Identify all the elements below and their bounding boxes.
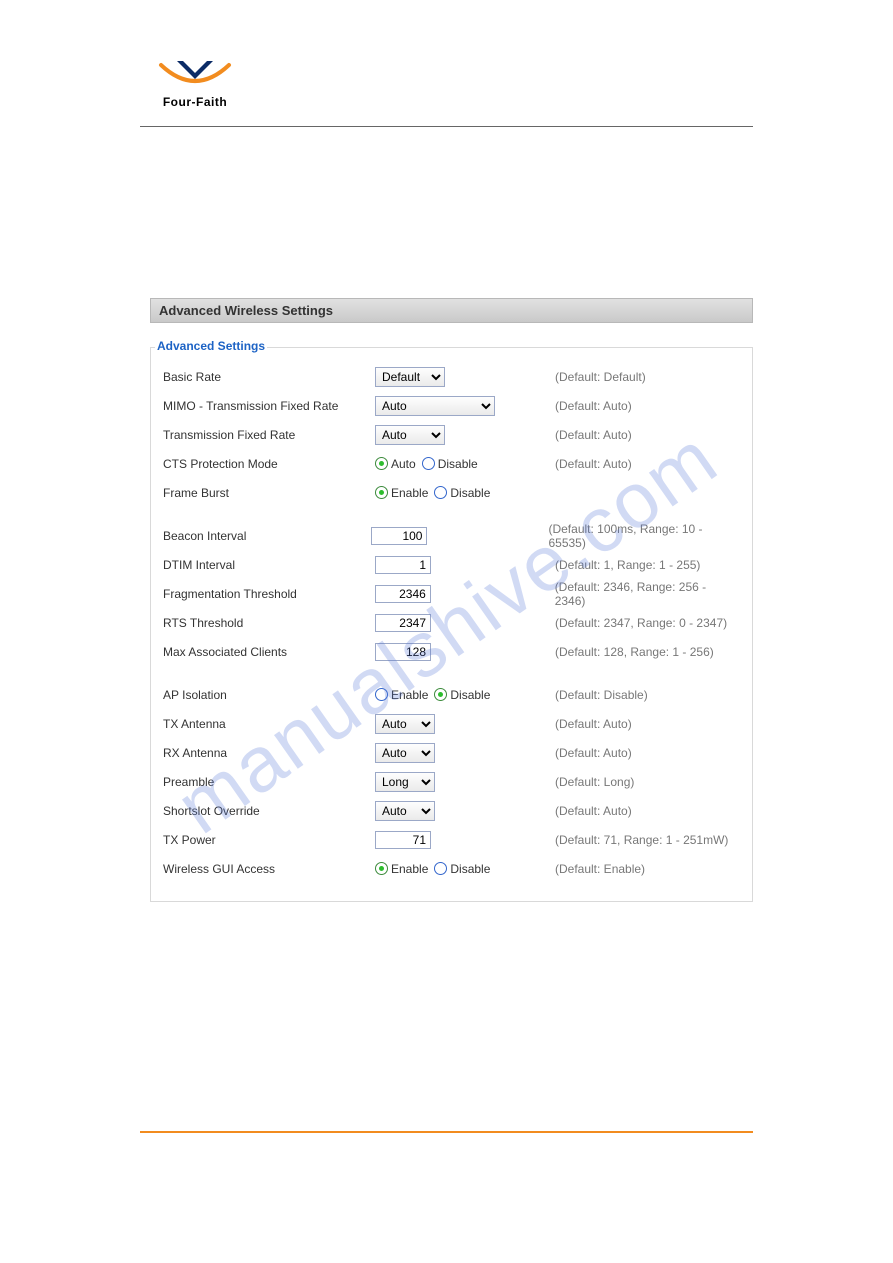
label-beacon-interval: Beacon Interval bbox=[163, 529, 371, 543]
hint-rts-threshold: (Default: 2347, Range: 0 - 2347) bbox=[555, 616, 727, 630]
radio-label-disable: Disable bbox=[450, 486, 490, 500]
row-dtim-interval: DTIM Interval (Default: 1, Range: 1 - 25… bbox=[163, 550, 740, 579]
input-beacon-interval[interactable] bbox=[371, 527, 427, 545]
label-rts-threshold: RTS Threshold bbox=[163, 616, 375, 630]
radio-label-enable: Enable bbox=[391, 862, 428, 876]
radio-gui-access-disable[interactable] bbox=[434, 862, 447, 875]
brand-name: Four-Faith bbox=[163, 95, 227, 109]
row-beacon-interval: Beacon Interval (Default: 100ms, Range: … bbox=[163, 521, 740, 550]
hint-basic-rate: (Default: Default) bbox=[555, 370, 646, 384]
input-rts-threshold[interactable] bbox=[375, 614, 431, 632]
hint-beacon-interval: (Default: 100ms, Range: 10 - 65535) bbox=[548, 522, 740, 550]
label-shortslot: Shortslot Override bbox=[163, 804, 375, 818]
row-ap-isolation: AP Isolation Enable Disable (Default: Di… bbox=[163, 680, 740, 709]
radio-cts-disable[interactable] bbox=[422, 457, 435, 470]
select-mimo-rate[interactable]: Auto bbox=[375, 396, 495, 416]
input-fragmentation[interactable] bbox=[375, 585, 431, 603]
hint-dtim-interval: (Default: 1, Range: 1 - 255) bbox=[555, 558, 700, 572]
four-faith-logo-icon bbox=[155, 55, 235, 97]
radio-cts-auto[interactable] bbox=[375, 457, 388, 470]
select-tx-antenna[interactable]: Auto bbox=[375, 714, 435, 734]
input-tx-power[interactable] bbox=[375, 831, 431, 849]
radio-gui-access-enable[interactable] bbox=[375, 862, 388, 875]
row-shortslot: Shortslot Override Auto (Default: Auto) bbox=[163, 796, 740, 825]
label-frame-burst: Frame Burst bbox=[163, 486, 375, 500]
radio-frame-burst-disable[interactable] bbox=[434, 486, 447, 499]
hint-max-clients: (Default: 128, Range: 1 - 256) bbox=[555, 645, 714, 659]
hint-tx-fixed-rate: (Default: Auto) bbox=[555, 428, 632, 442]
hint-tx-power: (Default: 71, Range: 1 - 251mW) bbox=[555, 833, 728, 847]
radio-label-disable: Disable bbox=[450, 688, 490, 702]
hint-shortslot: (Default: Auto) bbox=[555, 804, 632, 818]
header-divider bbox=[140, 126, 753, 127]
radio-ap-isolation-enable[interactable] bbox=[375, 688, 388, 701]
input-max-clients[interactable] bbox=[375, 643, 431, 661]
select-preamble[interactable]: Long bbox=[375, 772, 435, 792]
hint-cts-mode: (Default: Auto) bbox=[555, 457, 632, 471]
label-gui-access: Wireless GUI Access bbox=[163, 862, 375, 876]
radio-ap-isolation-disable[interactable] bbox=[434, 688, 447, 701]
advanced-settings-fieldset: Advanced Settings Basic Rate Default (De… bbox=[150, 347, 753, 902]
label-fragmentation: Fragmentation Threshold bbox=[163, 587, 375, 601]
footer-divider bbox=[140, 1131, 753, 1133]
hint-tx-antenna: (Default: Auto) bbox=[555, 717, 632, 731]
select-basic-rate[interactable]: Default bbox=[375, 367, 445, 387]
row-tx-antenna: TX Antenna Auto (Default: Auto) bbox=[163, 709, 740, 738]
label-mimo-rate: MIMO - Transmission Fixed Rate bbox=[163, 399, 375, 413]
select-tx-fixed-rate[interactable]: Auto bbox=[375, 425, 445, 445]
input-dtim-interval[interactable] bbox=[375, 556, 431, 574]
row-rts-threshold: RTS Threshold (Default: 2347, Range: 0 -… bbox=[163, 608, 740, 637]
row-rx-antenna: RX Antenna Auto (Default: Auto) bbox=[163, 738, 740, 767]
settings-panel: Advanced Wireless Settings Advanced Sett… bbox=[150, 298, 753, 902]
hint-fragmentation: (Default: 2346, Range: 256 - 2346) bbox=[555, 580, 740, 608]
radio-label-disable: Disable bbox=[438, 457, 478, 471]
hint-preamble: (Default: Long) bbox=[555, 775, 634, 789]
label-rx-antenna: RX Antenna bbox=[163, 746, 375, 760]
row-frame-burst: Frame Burst Enable Disable bbox=[163, 478, 740, 507]
select-shortslot[interactable]: Auto bbox=[375, 801, 435, 821]
label-dtim-interval: DTIM Interval bbox=[163, 558, 375, 572]
hint-ap-isolation: (Default: Disable) bbox=[555, 688, 648, 702]
page-header: Four-Faith bbox=[140, 55, 753, 109]
row-mimo-rate: MIMO - Transmission Fixed Rate Auto (Def… bbox=[163, 391, 740, 420]
select-rx-antenna[interactable]: Auto bbox=[375, 743, 435, 763]
row-tx-power: TX Power (Default: 71, Range: 1 - 251mW) bbox=[163, 825, 740, 854]
radio-frame-burst-enable[interactable] bbox=[375, 486, 388, 499]
row-tx-fixed-rate: Transmission Fixed Rate Auto (Default: A… bbox=[163, 420, 740, 449]
hint-mimo-rate: (Default: Auto) bbox=[555, 399, 632, 413]
label-tx-power: TX Power bbox=[163, 833, 375, 847]
label-preamble: Preamble bbox=[163, 775, 375, 789]
row-basic-rate: Basic Rate Default (Default: Default) bbox=[163, 362, 740, 391]
radio-label-enable: Enable bbox=[391, 486, 428, 500]
radio-label-disable: Disable bbox=[450, 862, 490, 876]
radio-label-auto: Auto bbox=[391, 457, 416, 471]
row-cts-mode: CTS Protection Mode Auto Disable (Defaul… bbox=[163, 449, 740, 478]
label-ap-isolation: AP Isolation bbox=[163, 688, 375, 702]
label-tx-antenna: TX Antenna bbox=[163, 717, 375, 731]
radio-label-enable: Enable bbox=[391, 688, 428, 702]
row-preamble: Preamble Long (Default: Long) bbox=[163, 767, 740, 796]
label-max-clients: Max Associated Clients bbox=[163, 645, 375, 659]
panel-title: Advanced Wireless Settings bbox=[150, 298, 753, 323]
brand-logo: Four-Faith bbox=[140, 55, 250, 109]
row-max-clients: Max Associated Clients (Default: 128, Ra… bbox=[163, 637, 740, 666]
row-gui-access: Wireless GUI Access Enable Disable (Defa… bbox=[163, 854, 740, 883]
label-tx-fixed-rate: Transmission Fixed Rate bbox=[163, 428, 375, 442]
fieldset-legend: Advanced Settings bbox=[155, 339, 267, 353]
hint-rx-antenna: (Default: Auto) bbox=[555, 746, 632, 760]
label-basic-rate: Basic Rate bbox=[163, 370, 375, 384]
hint-gui-access: (Default: Enable) bbox=[555, 862, 645, 876]
label-cts-mode: CTS Protection Mode bbox=[163, 457, 375, 471]
row-fragmentation: Fragmentation Threshold (Default: 2346, … bbox=[163, 579, 740, 608]
